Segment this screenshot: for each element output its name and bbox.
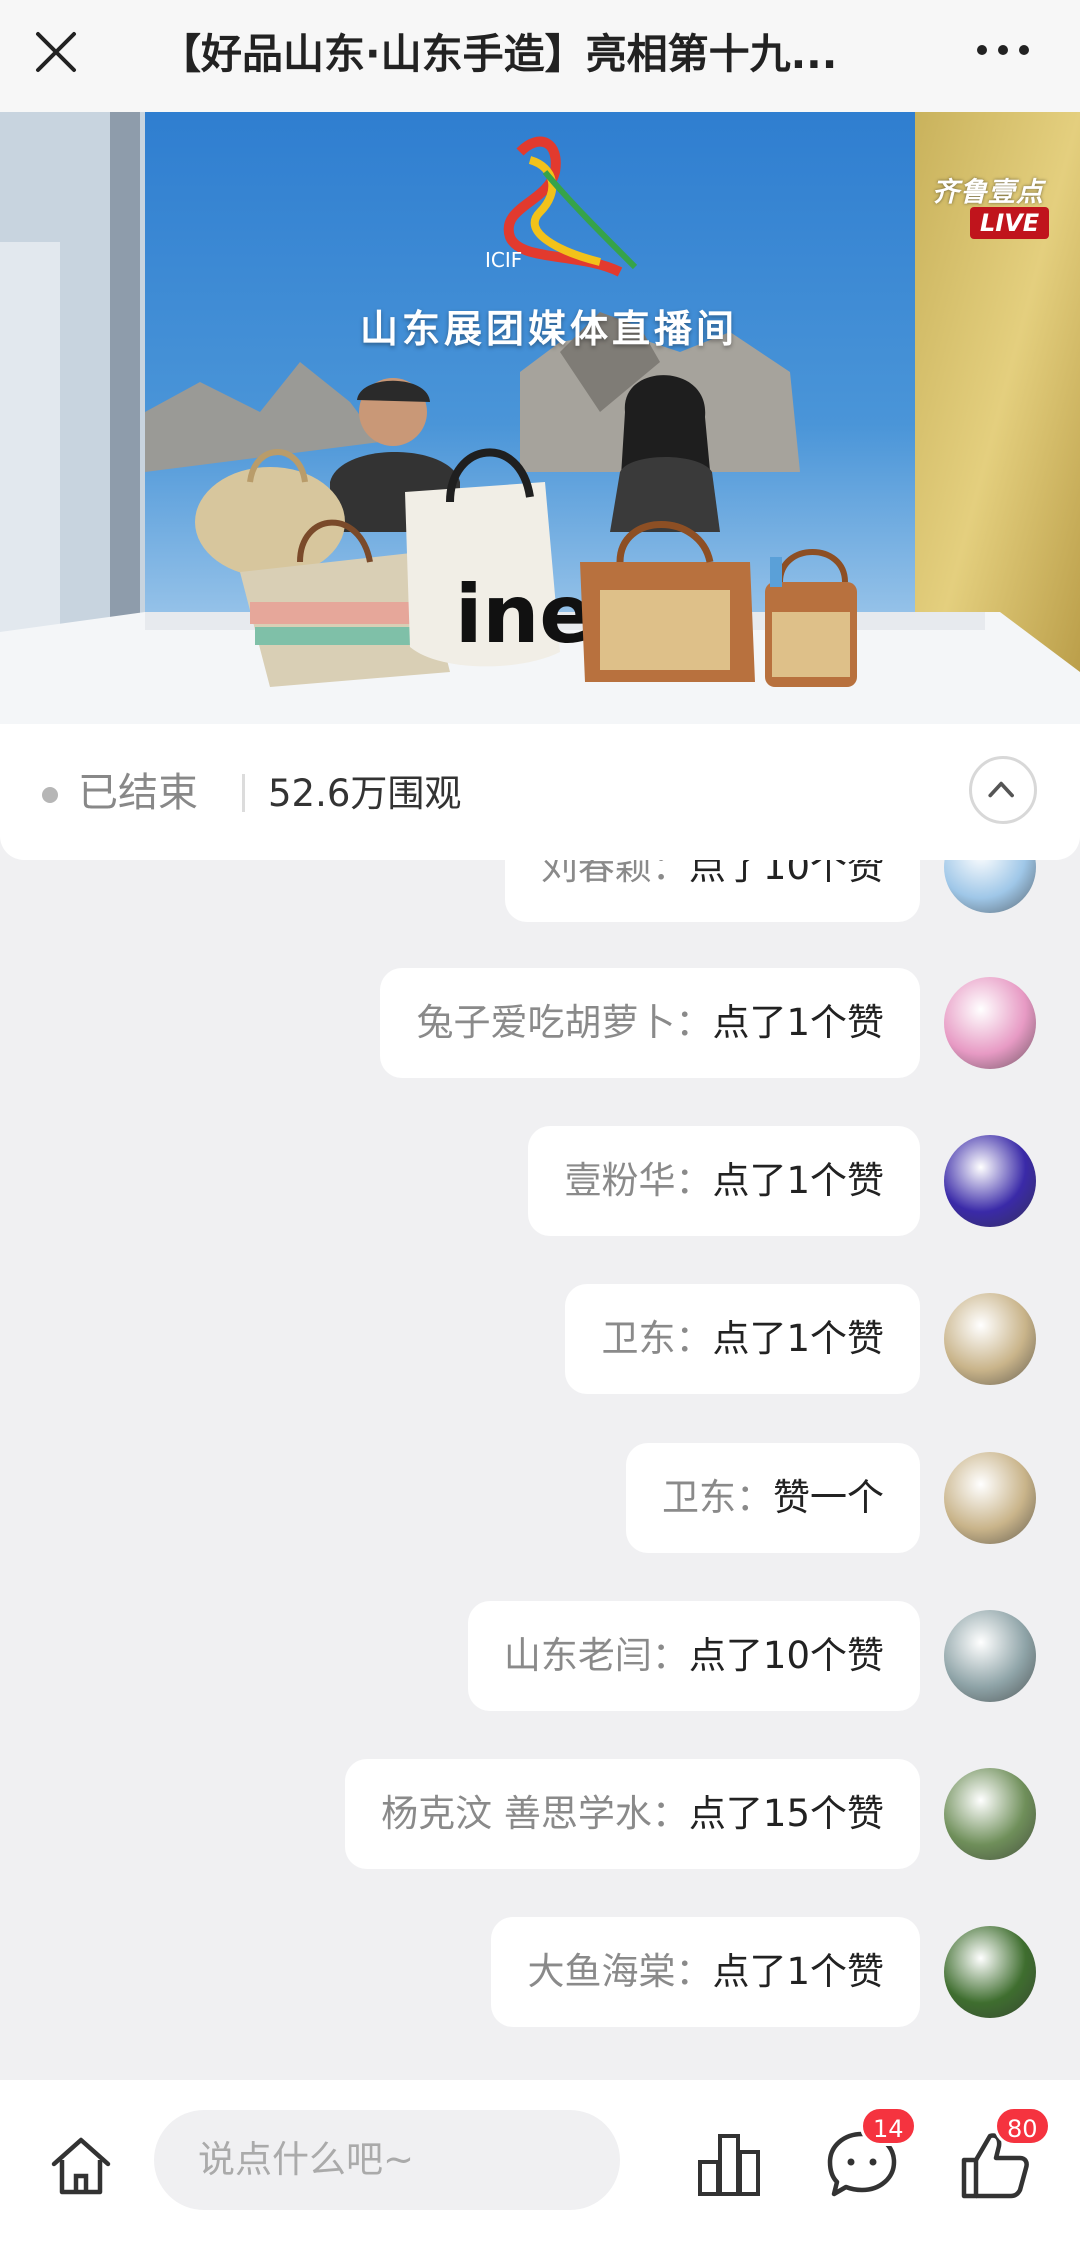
comment-message: 点了1个赞 (712, 1950, 884, 1993)
avatar[interactable] (944, 1610, 1036, 1702)
avatar[interactable] (944, 1926, 1036, 2018)
broadcaster-watermark: 齐鲁壹点 (932, 177, 1044, 208)
comment-username: 刘春颖： (540, 860, 689, 888)
comment-bubble: 壹粉华：点了1个赞 (528, 1126, 920, 1236)
comment-count-badge: 14 (860, 2106, 917, 2146)
live-video-player[interactable]: ine ICIF 齐鲁壹点 LIVE 山东展团媒体直播间 (0, 112, 1080, 724)
comment-input[interactable]: 说点什么吧~ (154, 2110, 620, 2210)
close-icon[interactable] (30, 26, 82, 78)
comment-username: 兔子爱吃胡萝卜： (416, 1001, 713, 1044)
comment-username: 山东老闫： (503, 1634, 689, 1677)
like-count-badge: 80 (994, 2106, 1051, 2146)
home-icon[interactable] (46, 2130, 116, 2200)
comment-username: 卫东： (601, 1317, 713, 1360)
avatar[interactable] (944, 1768, 1036, 1860)
avatar[interactable] (944, 977, 1036, 1069)
comment-bubble: 卫东：赞一个 (626, 1443, 920, 1553)
comment-bubble: 兔子爱吃胡萝卜：点了1个赞 (380, 968, 920, 1078)
top-bar: 【好品山东·山东手造】亮相第十九... (0, 0, 1080, 112)
comment-username: 卫东： (662, 1476, 773, 1519)
comment-message: 点了10个赞 (688, 860, 884, 888)
live-badge: LIVE (970, 207, 1050, 239)
comment-username: 杨克汶 善思学水： (381, 1792, 689, 1835)
avatar[interactable] (944, 1293, 1036, 1385)
comment-bubble: 大鱼海棠：点了1个赞 (491, 1917, 920, 2027)
page-title: 【好品山东·山东手造】亮相第十九... (160, 30, 838, 78)
chevron-up-icon[interactable] (969, 756, 1037, 824)
bottom-action-bar: 说点什么吧~ 14 80 (0, 2080, 1080, 2243)
comment-bubble: 卫东：点了1个赞 (565, 1284, 920, 1394)
bag-print-text: ine (455, 568, 594, 661)
comment-bubble: 杨克汶 善思学水：点了15个赞 (345, 1759, 920, 1869)
live-status-bar: 已结束 52.6万围观 (0, 724, 1080, 860)
comment-message: 点了15个赞 (688, 1792, 884, 1835)
comment-message: 赞一个 (773, 1476, 884, 1519)
comment-bubble: 山东老闫：点了10个赞 (467, 1601, 920, 1711)
backdrop-banner-text: 山东展团媒体直播间 (360, 307, 739, 351)
ranking-icon[interactable] (694, 2128, 764, 2200)
avatar[interactable] (944, 1135, 1036, 1227)
more-dots-icon[interactable] (970, 30, 1036, 70)
comment-message: 点了10个赞 (688, 1634, 884, 1677)
comment-message: 点了1个赞 (712, 1317, 884, 1360)
comment-message: 点了1个赞 (712, 1001, 884, 1044)
comment-username: 大鱼海棠： (527, 1950, 713, 1993)
comment-username: 壹粉华： (564, 1159, 713, 1202)
status-dot (42, 787, 58, 803)
status-ended-label: 已结束 (78, 770, 198, 816)
viewer-count: 52.6万围观 (268, 772, 462, 815)
video-frame: ine ICIF (0, 112, 1080, 724)
avatar[interactable] (944, 1452, 1036, 1544)
comment-message: 点了1个赞 (712, 1159, 884, 1202)
logo-text: ICIF (485, 248, 522, 272)
avatar[interactable] (944, 860, 1036, 913)
comment-bubble: 刘春颖：点了10个赞 (504, 860, 920, 922)
divider (242, 774, 245, 812)
comment-list[interactable]: 刘春颖：点了10个赞 兔子爱吃胡萝卜：点了1个赞 壹粉华：点了1个赞 卫东：点了1个赞… (0, 860, 1080, 2080)
